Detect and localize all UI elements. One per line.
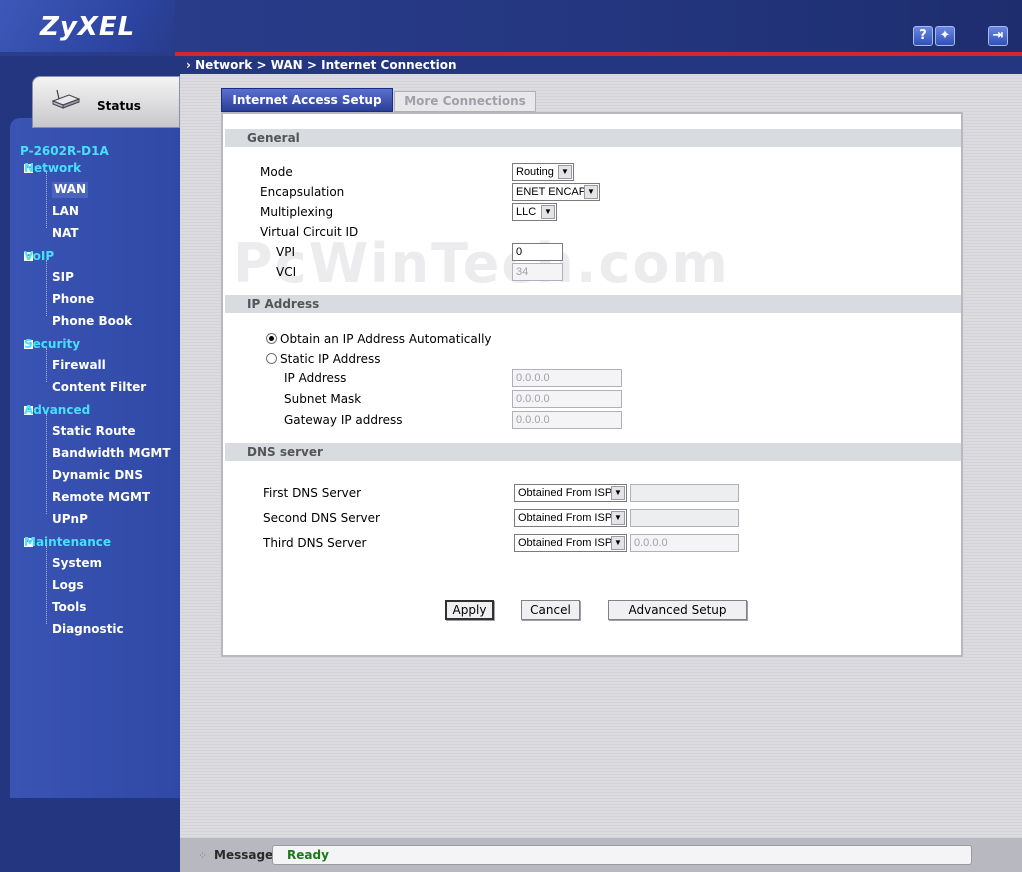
breadcrumb: › Network > WAN > Internet Connection (186, 58, 457, 72)
first-dns-ip-input[interactable] (630, 484, 739, 502)
vcid-label: Virtual Circuit ID (260, 225, 359, 239)
sidebar-item-phone-book[interactable]: Phone Book (52, 314, 132, 330)
sidebar-item-phone[interactable]: Phone (52, 292, 94, 308)
sidebar-item-content-filter[interactable]: Content Filter (52, 380, 146, 396)
breadcrumb-text: Network > WAN > Internet Connection (195, 58, 457, 72)
sidebar-item-diagnostic[interactable]: Diagnostic (52, 622, 124, 638)
sidebar: Status P-2602R-D1A − Network WAN LAN NAT … (0, 56, 180, 872)
chevron-down-icon: ▼ (558, 165, 572, 179)
message-label: Message (214, 848, 274, 862)
grip-icon: ⁘ (198, 849, 208, 862)
vpi-label: VPI (276, 245, 295, 259)
section-ip-address: IP Address (225, 295, 961, 313)
chevron-icon: › (186, 58, 191, 72)
logout-icon[interactable]: ⇥ (988, 26, 1008, 46)
chevron-down-icon: ▼ (611, 536, 625, 550)
subnet-mask-input[interactable]: 0.0.0.0 (512, 390, 622, 408)
sidebar-item-sip[interactable]: SIP (52, 270, 74, 286)
sidebar-item-bandwidth-mgmt[interactable]: Bandwidth MGMT (52, 446, 171, 462)
nav-group-voip[interactable]: − VoIP (24, 248, 54, 264)
mode-value: Routing (516, 166, 554, 178)
static-ip-label: Static IP Address (280, 352, 381, 366)
watermark: PcWinTech.com (233, 232, 730, 295)
ip-address-input[interactable]: 0.0.0.0 (512, 369, 622, 387)
nav-group-maintenance[interactable]: − Maintenance (24, 534, 111, 550)
mode-label: Mode (260, 165, 293, 179)
first-dns-label: First DNS Server (263, 486, 362, 500)
tree-line (46, 172, 47, 228)
help-icon[interactable]: ? (913, 26, 933, 46)
gateway-input[interactable]: 0.0.0.0 (512, 411, 622, 429)
message-value: Ready (287, 848, 329, 862)
nav-group-security[interactable]: − Security (24, 336, 80, 352)
encapsulation-label: Encapsulation (260, 185, 345, 199)
third-dns-label: Third DNS Server (263, 536, 367, 550)
vci-input[interactable]: 34 (512, 263, 563, 281)
sidebar-item-static-route[interactable]: Static Route (52, 424, 136, 440)
zyxel-logo: ZyXEL (40, 12, 136, 42)
radio-static-ip[interactable] (266, 353, 277, 364)
status-tab[interactable]: Status (32, 76, 180, 128)
chevron-down-icon: ▼ (611, 486, 625, 500)
second-dns-value: Obtained From ISP (518, 512, 613, 524)
sidebar-item-nat[interactable]: NAT (52, 226, 79, 242)
obtain-auto-label: Obtain an IP Address Automatically (280, 332, 492, 346)
sidebar-item-system[interactable]: System (52, 556, 102, 572)
multiplexing-select[interactable]: LLC ▼ (512, 203, 557, 221)
chevron-down-icon: ▼ (584, 185, 598, 199)
section-dns-server: DNS server (225, 443, 961, 461)
vpi-input[interactable]: 0 (512, 243, 563, 261)
sidebar-item-logs[interactable]: Logs (52, 578, 84, 594)
section-general: General (225, 129, 961, 147)
device-name: P-2602R-D1A (20, 144, 109, 158)
message-bar: ⁘ Message Ready (180, 838, 1022, 872)
header-bar: ZyXEL ? ✦ ⇥ (0, 0, 1022, 56)
second-dns-select[interactable]: Obtained From ISP ▼ (514, 509, 627, 527)
tree-line (46, 546, 47, 624)
gateway-label: Gateway IP address (284, 413, 403, 427)
nav-group-network[interactable]: − Network (24, 160, 81, 176)
first-dns-select[interactable]: Obtained From ISP ▼ (514, 484, 627, 502)
message-field: Ready (272, 845, 972, 865)
nav-group-advanced[interactable]: − Advanced (24, 402, 90, 418)
third-dns-value: Obtained From ISP (518, 537, 613, 549)
encapsulation-select[interactable]: ENET ENCAP ▼ (512, 183, 600, 201)
sidebar-item-wan[interactable]: WAN (52, 182, 89, 198)
multiplexing-label: Multiplexing (260, 205, 334, 219)
third-dns-ip-input[interactable]: 0.0.0.0 (630, 534, 739, 552)
tree-line (46, 348, 47, 382)
radio-obtain-auto[interactable] (266, 333, 277, 344)
router-icon (51, 89, 81, 109)
vci-label: VCI (276, 265, 297, 279)
sidebar-item-upnp[interactable]: UPnP (52, 512, 88, 528)
settings-panel: PcWinTech.com General Mode Routing ▼ Enca… (221, 112, 963, 657)
first-dns-value: Obtained From ISP (518, 487, 613, 499)
chevron-down-icon: ▼ (611, 511, 625, 525)
tree-line (46, 260, 47, 316)
status-label: Status (97, 99, 141, 113)
tab-more-connections[interactable]: More Connections (394, 91, 536, 112)
ip-address-label: IP Address (284, 371, 347, 385)
tab-internet-access-setup[interactable]: Internet Access Setup (221, 88, 393, 112)
wizard-icon[interactable]: ✦ (935, 26, 955, 46)
subnet-mask-label: Subnet Mask (284, 392, 362, 406)
sidebar-item-remote-mgmt[interactable]: Remote MGMT (52, 490, 150, 506)
tree-line (46, 414, 47, 514)
chevron-down-icon: ▼ (541, 205, 555, 219)
second-dns-ip-input[interactable] (630, 509, 739, 527)
sidebar-item-firewall[interactable]: Firewall (52, 358, 106, 374)
apply-button[interactable]: Apply (445, 600, 494, 620)
sidebar-item-dynamic-dns[interactable]: Dynamic DNS (52, 468, 143, 484)
sidebar-item-tools[interactable]: Tools (52, 600, 86, 616)
main-content: › Network > WAN > Internet Connection In… (180, 56, 1022, 838)
sidebar-item-lan[interactable]: LAN (52, 204, 79, 220)
second-dns-label: Second DNS Server (263, 511, 380, 525)
cancel-button[interactable]: Cancel (521, 600, 580, 620)
third-dns-select[interactable]: Obtained From ISP ▼ (514, 534, 627, 552)
advanced-setup-button[interactable]: Advanced Setup (608, 600, 747, 620)
multiplexing-value: LLC (516, 206, 537, 218)
mode-select[interactable]: Routing ▼ (512, 163, 574, 181)
encapsulation-value: ENET ENCAP (516, 186, 587, 198)
